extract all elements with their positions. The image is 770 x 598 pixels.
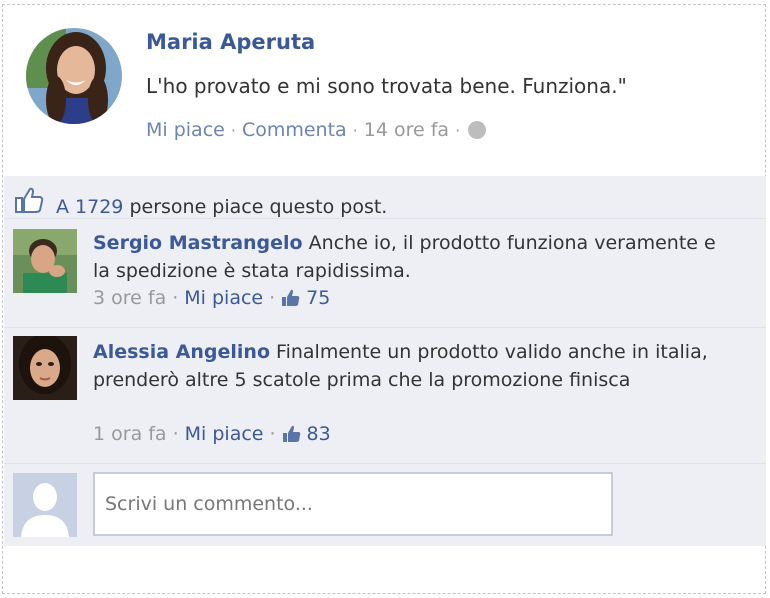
post-comment-link[interactable]: Commenta — [242, 119, 347, 141]
comment-meta: 1 ora fa · Mi piace · 83 — [93, 423, 331, 445]
comment-timestamp[interactable]: 3 ore fa — [93, 287, 166, 309]
separator: · — [230, 120, 236, 140]
thumbs-up-icon — [282, 289, 300, 306]
separator: · — [455, 120, 461, 140]
comment-body: Sergio Mastrangelo Anche io, il prodotto… — [93, 229, 733, 285]
post-text: L'ho provato e mi sono trovata bene. Fun… — [146, 74, 627, 98]
thumbs-up-icon — [282, 425, 300, 442]
comment-likes[interactable]: 83 — [282, 423, 331, 445]
comment-meta: 3 ore fa · Mi piace · 75 — [93, 287, 330, 309]
post-timestamp[interactable]: 14 ore fa — [364, 119, 449, 141]
comment-input[interactable] — [93, 472, 613, 536]
commenter-name[interactable]: Sergio Mastrangelo — [93, 232, 303, 254]
commenter-avatar[interactable] — [13, 336, 77, 400]
separator: · — [269, 287, 276, 309]
separator: · — [172, 287, 179, 309]
comment-like-link[interactable]: Mi piace — [184, 287, 263, 309]
likes-count[interactable]: 1729 — [75, 196, 123, 218]
comment-composer — [4, 464, 766, 546]
separator: · — [172, 423, 179, 445]
comments-section: A 1729 persone piace questo post. Sergio… — [4, 176, 766, 546]
post-like-link[interactable]: Mi piace — [146, 119, 225, 141]
comment-like-count: 83 — [306, 423, 331, 445]
commenter-avatar[interactable] — [13, 229, 77, 293]
post-author-avatar[interactable] — [26, 28, 122, 124]
comment-like-link[interactable]: Mi piace — [185, 423, 264, 445]
likes-prefix[interactable]: A — [56, 196, 69, 218]
separator: · — [269, 423, 276, 445]
comment-item: Alessia Angelino Finalmente un prodotto … — [4, 328, 766, 464]
thumbs-up-icon — [14, 186, 44, 218]
likes-summary: A 1729 persone piace questo post. — [4, 176, 766, 219]
comment-likes[interactable]: 75 — [281, 287, 330, 309]
likes-suffix: persone piace questo post. — [129, 196, 388, 218]
comment-body: Alessia Angelino Finalmente un prodotto … — [93, 338, 733, 394]
likes-text: A 1729 persone piace questo post. — [56, 196, 387, 218]
separator: · — [352, 120, 358, 140]
comment-timestamp[interactable]: 1 ora fa — [93, 423, 167, 445]
commenter-name[interactable]: Alessia Angelino — [93, 341, 270, 363]
post-actions: Mi piace · Commenta · 14 ore fa · — [146, 119, 487, 141]
comment-item: Sergio Mastrangelo Anche io, il prodotto… — [4, 219, 766, 328]
post-author-name[interactable]: Maria Aperuta — [146, 30, 315, 54]
globe-icon[interactable] — [468, 121, 487, 139]
comment-like-count: 75 — [306, 287, 331, 309]
default-avatar-icon — [13, 473, 77, 537]
